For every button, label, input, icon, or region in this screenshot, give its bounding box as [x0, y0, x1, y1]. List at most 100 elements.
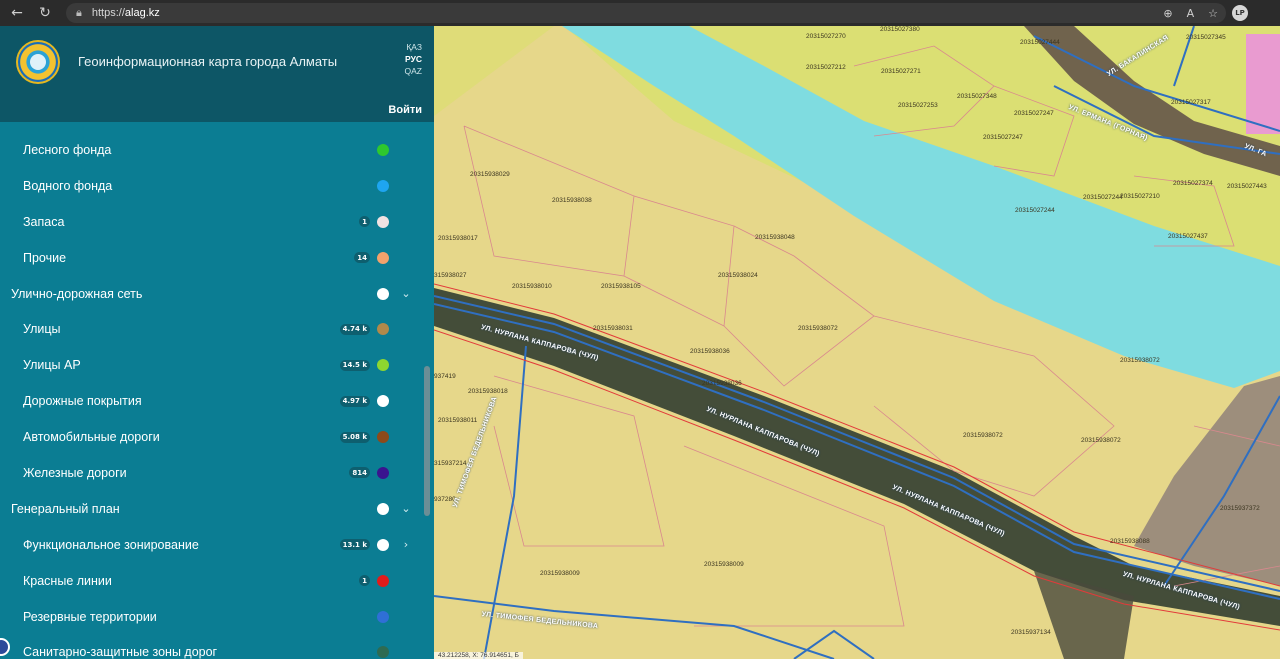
- layer-color-toggle[interactable]: [377, 359, 389, 372]
- parcel-id-label[interactable]: 20315938009: [540, 570, 580, 577]
- chevron-down-icon[interactable]: ⌄: [400, 287, 412, 300]
- map-layers: [434, 26, 1280, 659]
- layer-color-toggle[interactable]: [377, 143, 389, 156]
- map-canvas[interactable]: 20315027270 20315027380 20315027212 2031502…: [434, 26, 1280, 659]
- parcel-id-label[interactable]: 20315938048: [755, 234, 795, 241]
- parcel-id-label[interactable]: 20315027247: [983, 134, 1023, 141]
- parcel-id-label[interactable]: 20315938036: [690, 348, 730, 355]
- parcel-id-label[interactable]: 20315027317: [1171, 99, 1211, 106]
- layer-row[interactable]: Красные линии 1: [0, 563, 434, 599]
- parcel-id-label[interactable]: 20315938036: [702, 380, 742, 387]
- parcel-id-label[interactable]: 20315027210: [1120, 193, 1160, 200]
- reload-icon[interactable]: ↻: [34, 2, 56, 24]
- layer-row[interactable]: Лесного фонда: [0, 132, 434, 168]
- parcel-id-label[interactable]: 315938027: [434, 272, 467, 279]
- layer-color-toggle[interactable]: [377, 502, 389, 515]
- sidebar-scrollbar[interactable]: [424, 366, 430, 516]
- parcel-id-label[interactable]: 20315938010: [512, 283, 552, 290]
- layer-label: Лесного фонда: [23, 142, 112, 157]
- parcel-id-label[interactable]: 20315938009: [704, 561, 744, 568]
- login-button[interactable]: Войти: [388, 104, 422, 116]
- layer-row[interactable]: Железные дороги 814: [0, 455, 434, 491]
- layer-color-toggle[interactable]: [377, 431, 389, 444]
- layer-row[interactable]: Улицы 4.74 k: [0, 311, 434, 347]
- layer-row[interactable]: Запаса 1: [0, 204, 434, 240]
- parcel-id-label[interactable]: 20315938011: [438, 417, 477, 424]
- parcel-id-label[interactable]: 20315027443: [1227, 183, 1267, 190]
- layer-count-badge: 4.97 k: [339, 395, 370, 407]
- layer-color-toggle[interactable]: [377, 251, 389, 264]
- layer-color-toggle[interactable]: [377, 323, 389, 336]
- layer-color-toggle[interactable]: [377, 395, 389, 408]
- favorite-star-icon[interactable]: ☆: [1208, 7, 1218, 20]
- read-aloud-icon[interactable]: A: [1187, 7, 1195, 20]
- layer-label: Санитарно-защитные зоны дорог: [23, 645, 218, 659]
- layer-row[interactable]: Водного фонда: [0, 168, 434, 204]
- parcel-id-label[interactable]: 20315938024: [718, 272, 758, 279]
- parcel-id-label[interactable]: 20315938072: [1120, 357, 1160, 364]
- address-bar[interactable]: 🔒︎ https://alag.kz ⊕ A ☆: [66, 3, 1226, 23]
- layer-label: Резервные территории: [23, 609, 157, 624]
- parcel-id-label[interactable]: 20315027247: [1014, 110, 1054, 117]
- parcel-id-label[interactable]: 20315027374: [1173, 180, 1213, 187]
- layer-row[interactable]: Улицы АР 14.5 k: [0, 347, 434, 383]
- browser-toolbar: ← ↻ 🔒︎ https://alag.kz ⊕ A ☆ LP: [0, 0, 1280, 26]
- parcel-id-label[interactable]: 20315938031: [593, 325, 633, 332]
- parcel-id-label[interactable]: 20315027270: [806, 33, 846, 40]
- layer-label: Прочие: [23, 250, 67, 265]
- layer-color-toggle[interactable]: [377, 610, 389, 623]
- layer-color-toggle[interactable]: [377, 215, 389, 228]
- parcel-id-label[interactable]: 20315937134: [1011, 629, 1051, 636]
- layer-row[interactable]: Дорожные покрытия 4.97 k: [0, 383, 434, 419]
- layer-label: Водного фонда: [23, 178, 113, 193]
- layer-group-row[interactable]: Генеральный план ⌄: [0, 491, 434, 527]
- parcel-id-label[interactable]: 20315027212: [806, 64, 846, 71]
- parcel-id-label[interactable]: 20315938029: [470, 171, 510, 178]
- lang-qaz[interactable]: QAZ: [405, 66, 422, 76]
- green-zone-left: [434, 26, 554, 116]
- zoom-icon[interactable]: ⊕: [1163, 7, 1172, 20]
- chevron-down-icon[interactable]: ⌄: [400, 502, 412, 515]
- app-title: Геоинформационная карта города Алматы: [78, 54, 338, 69]
- parcel-id-label[interactable]: 20315027380: [880, 26, 920, 33]
- city-logo-icon[interactable]: [16, 40, 60, 84]
- layer-color-toggle[interactable]: [377, 179, 389, 192]
- layer-color-toggle[interactable]: [377, 466, 389, 479]
- layer-color-toggle[interactable]: [377, 574, 389, 587]
- layer-row[interactable]: Автомобильные дороги 5.08 k: [0, 419, 434, 455]
- parcel-id-label[interactable]: 20315938105: [601, 283, 641, 290]
- parcel-id-label[interactable]: 20315938018: [468, 388, 508, 395]
- layer-row[interactable]: Прочие 14: [0, 240, 434, 276]
- parcel-id-label[interactable]: 20315938017: [438, 235, 478, 242]
- parcel-id-label[interactable]: 20315938038: [552, 197, 592, 204]
- parcel-id-label[interactable]: 20315027348: [957, 93, 997, 100]
- parcel-id-label[interactable]: 20315027345: [1186, 34, 1226, 41]
- parcel-id-label[interactable]: 20315027253: [898, 102, 938, 109]
- layer-row[interactable]: Резервные территории: [0, 599, 434, 635]
- parcel-id-label[interactable]: 20315027437: [1168, 233, 1208, 240]
- parcel-id-label[interactable]: 20315027244: [1083, 194, 1123, 201]
- parcel-id-label[interactable]: 20315027271: [881, 68, 921, 75]
- parcel-id-label[interactable]: 20315938072: [963, 432, 1003, 439]
- parcel-id-label[interactable]: 20315027244: [1015, 207, 1055, 214]
- parcel-id-label[interactable]: 937419: [434, 373, 456, 380]
- layer-color-toggle[interactable]: [377, 538, 389, 551]
- layer-color-toggle[interactable]: [377, 646, 389, 659]
- chevron-right-icon[interactable]: ›: [400, 538, 412, 551]
- parcel-id-label[interactable]: 20315938072: [1081, 437, 1121, 444]
- lock-icon: 🔒︎: [76, 6, 82, 19]
- layer-count-badge: 13.1 k: [339, 539, 370, 551]
- parcel-id-label[interactable]: 20315938072: [798, 325, 838, 332]
- layer-row[interactable]: Санитарно-защитные зоны дорог: [0, 634, 434, 659]
- lang-rus[interactable]: РУС: [405, 54, 422, 64]
- parcel-id-label[interactable]: 20315938088: [1110, 538, 1150, 545]
- layer-row[interactable]: Функциональное зонирование 13.1 k ›: [0, 527, 434, 563]
- back-icon[interactable]: ←: [6, 2, 28, 24]
- parcel-id-label[interactable]: 20315027444: [1020, 39, 1060, 46]
- layer-group-row[interactable]: Улично-дорожная сеть ⌄: [0, 276, 434, 312]
- layer-color-toggle[interactable]: [377, 287, 389, 300]
- parcel-id-label[interactable]: 20315937372: [1220, 505, 1260, 512]
- parcel-id-label[interactable]: 315937214: [434, 460, 467, 467]
- lang-kaz[interactable]: ҚАЗ: [406, 42, 422, 52]
- profile-avatar[interactable]: LP: [1232, 5, 1248, 21]
